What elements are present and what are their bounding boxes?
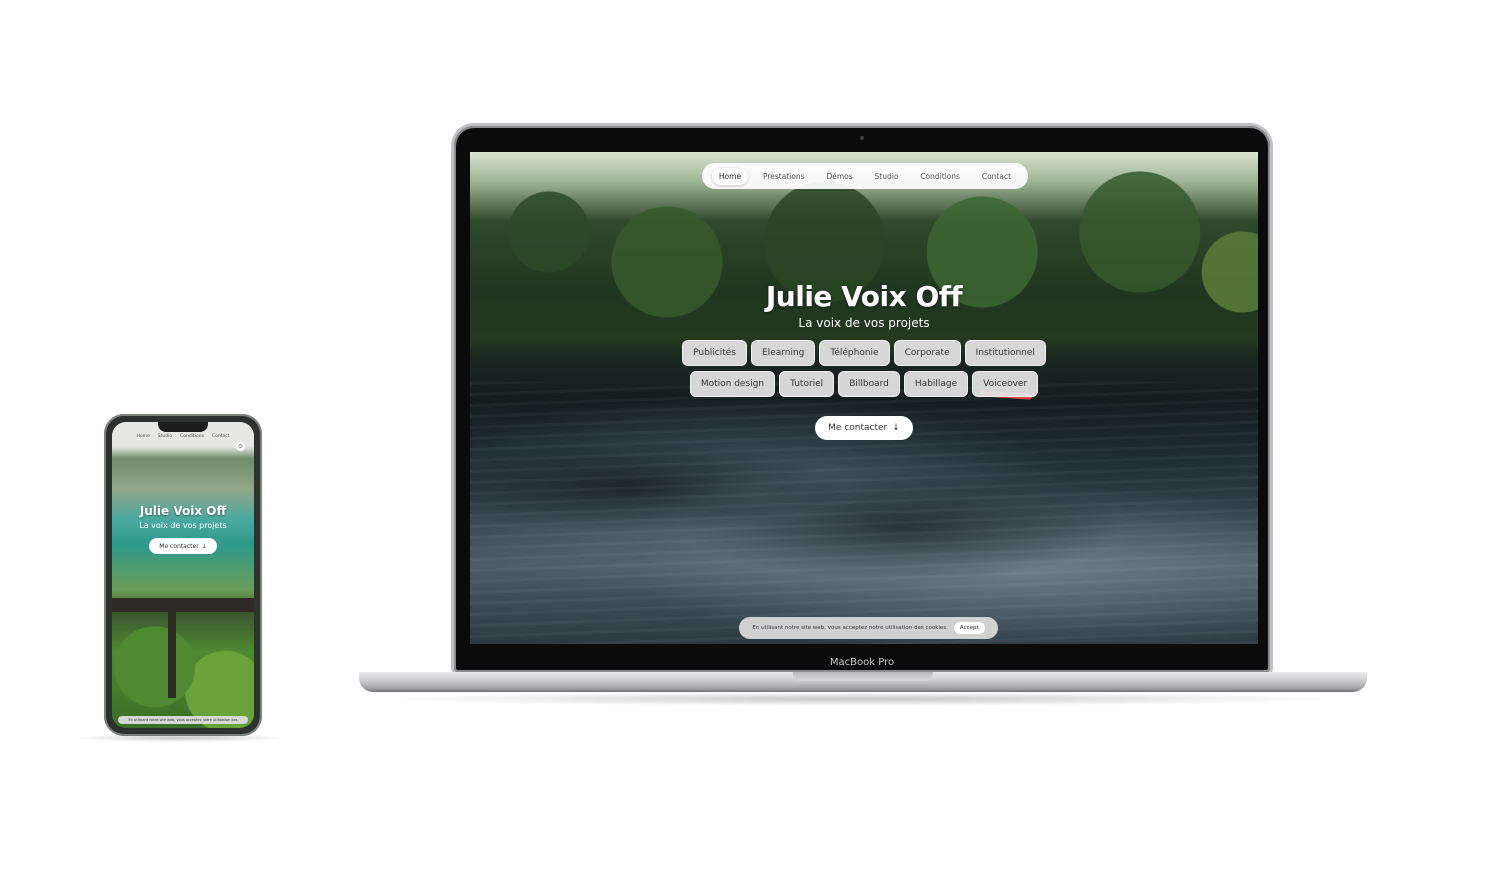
cookie-banner: En utilisant notre site web, vous accept… [739,617,998,639]
hero-subtitle: La voix de vos projets [798,316,930,330]
chip-motion-design[interactable]: Motion design [689,371,776,397]
cookie-text: En utilisant notre site web, vous accept… [752,625,948,631]
chip-voiceover[interactable]: Voiceover [972,371,1039,397]
laptop-shadow [380,692,1340,706]
laptop-base [359,672,1367,692]
phone-cookie-banner: En utilisant notre site web, vous accept… [118,716,248,724]
nav-item-home[interactable]: Home [711,167,749,185]
balcony-post [168,608,176,698]
top-navigation: Home Prestations Démos Studio Conditions… [702,163,1028,189]
phone-navigation: Home Studio Conditions Contact [112,432,254,456]
phone-screen: Home Studio Conditions Contact ⚙ Julie V… [112,422,254,728]
nav-item-demos[interactable]: Démos [819,168,859,185]
laptop-mockup: Home Prestations Démos Studio Conditions… [454,126,1270,672]
phone-shadow [70,734,290,742]
contact-button[interactable]: Me contacter ↓ [815,416,913,440]
chip-billboard[interactable]: Billboard [838,371,900,397]
phone-contact-button[interactable]: Me contacter ↓ [149,538,217,554]
nav-item-conditions[interactable]: Conditions [913,168,967,185]
phone-nav-home[interactable]: Home [137,434,150,456]
chip-elearning[interactable]: Elearning [750,340,816,366]
balcony-rail [112,598,254,612]
phone-cookie-text: En utilisant notre site web, vous accept… [128,718,238,722]
phone-nav-contact[interactable]: Contact [212,434,230,456]
chip-telephonie[interactable]: Téléphonie [819,340,890,366]
arrow-down-icon: ↓ [201,542,207,550]
phone-mockup: Home Studio Conditions Contact ⚙ Julie V… [104,414,262,736]
camera-dot [860,136,864,140]
chip-tutoriel[interactable]: Tutoriel [779,371,835,397]
nav-item-prestations[interactable]: Prestations [756,168,812,185]
service-chips-row-1: Publicités Elearning Téléphonie Corporat… [470,340,1258,366]
nav-item-studio[interactable]: Studio [868,168,906,185]
phone-nav-conditions[interactable]: Conditions [180,434,204,456]
chip-institutionnel[interactable]: Institutionnel [964,340,1046,366]
phone-notch [158,422,208,432]
chip-habillage[interactable]: Habillage [903,371,969,397]
gear-icon[interactable]: ⚙ [236,442,245,451]
phone-hero-title: Julie Voix Off [139,504,227,518]
phone-nav-studio[interactable]: Studio [158,434,172,456]
cookie-accept-button[interactable]: Accept [953,622,985,634]
chip-corporate[interactable]: Corporate [893,340,961,366]
phone-hero-subtitle: La voix de vos projets [139,521,227,530]
nav-item-contact[interactable]: Contact [975,168,1018,185]
laptop-base-notch [793,672,933,681]
hero-title: Julie Voix Off [765,280,963,313]
laptop-screen: Home Prestations Démos Studio Conditions… [470,152,1258,644]
phone-contact-label: Me contacter [159,542,199,550]
service-chips-row-2: Motion design Tutoriel Billboard Habilla… [470,371,1258,397]
laptop-brand-label: MacBook Pro [829,657,895,668]
chip-publicites[interactable]: Publicités [682,340,747,366]
contact-button-label: Me contacter [828,423,888,433]
arrow-down-icon: ↓ [892,423,900,433]
